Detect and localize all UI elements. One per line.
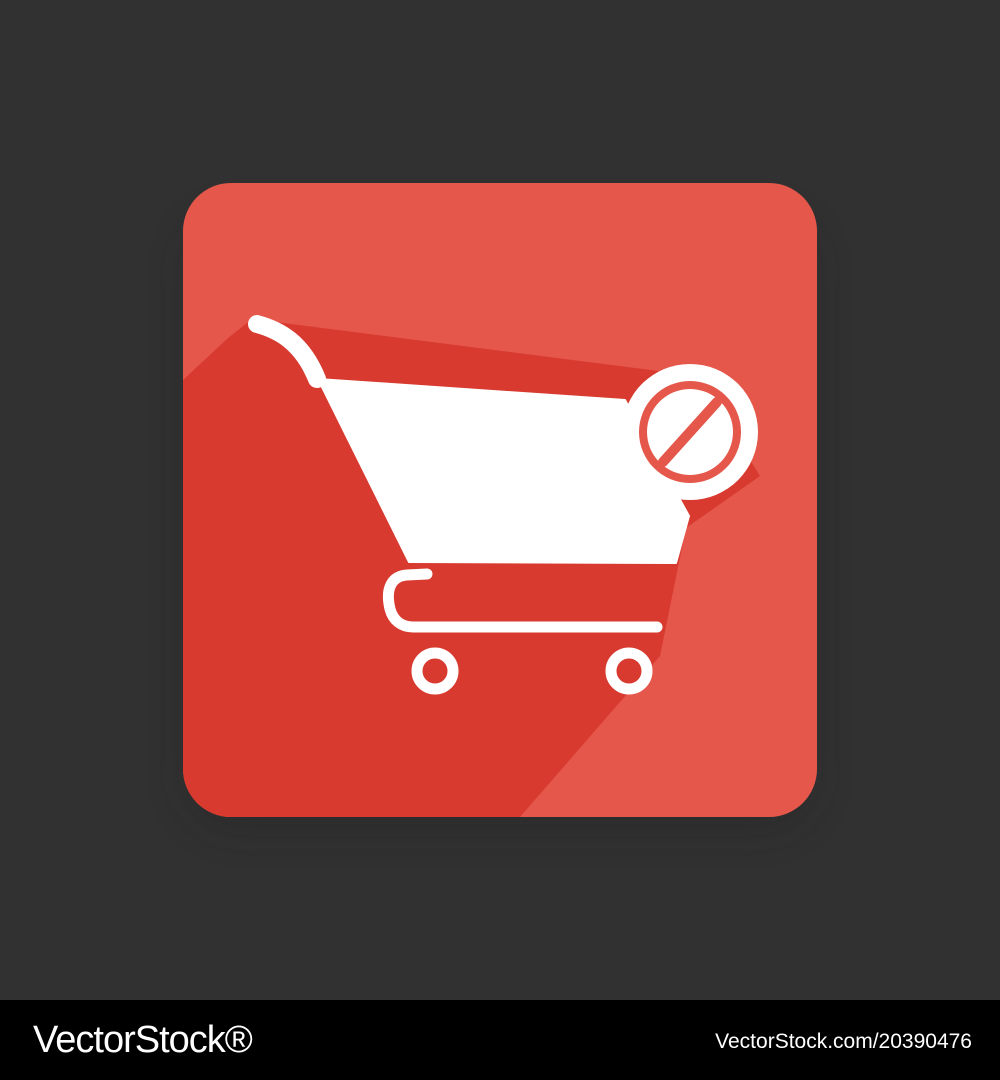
vectorstock-brand: VectorStock® [33, 1019, 253, 1061]
prohibited-icon [622, 364, 758, 500]
watermark-footer: VectorStock® VectorStock.com/20390476 [0, 1000, 1000, 1080]
cart-block-app-icon [183, 183, 817, 830]
vectorstock-image-id: VectorStock.com/20390476 [715, 1030, 972, 1053]
icon-canvas [0, 0, 1000, 1000]
